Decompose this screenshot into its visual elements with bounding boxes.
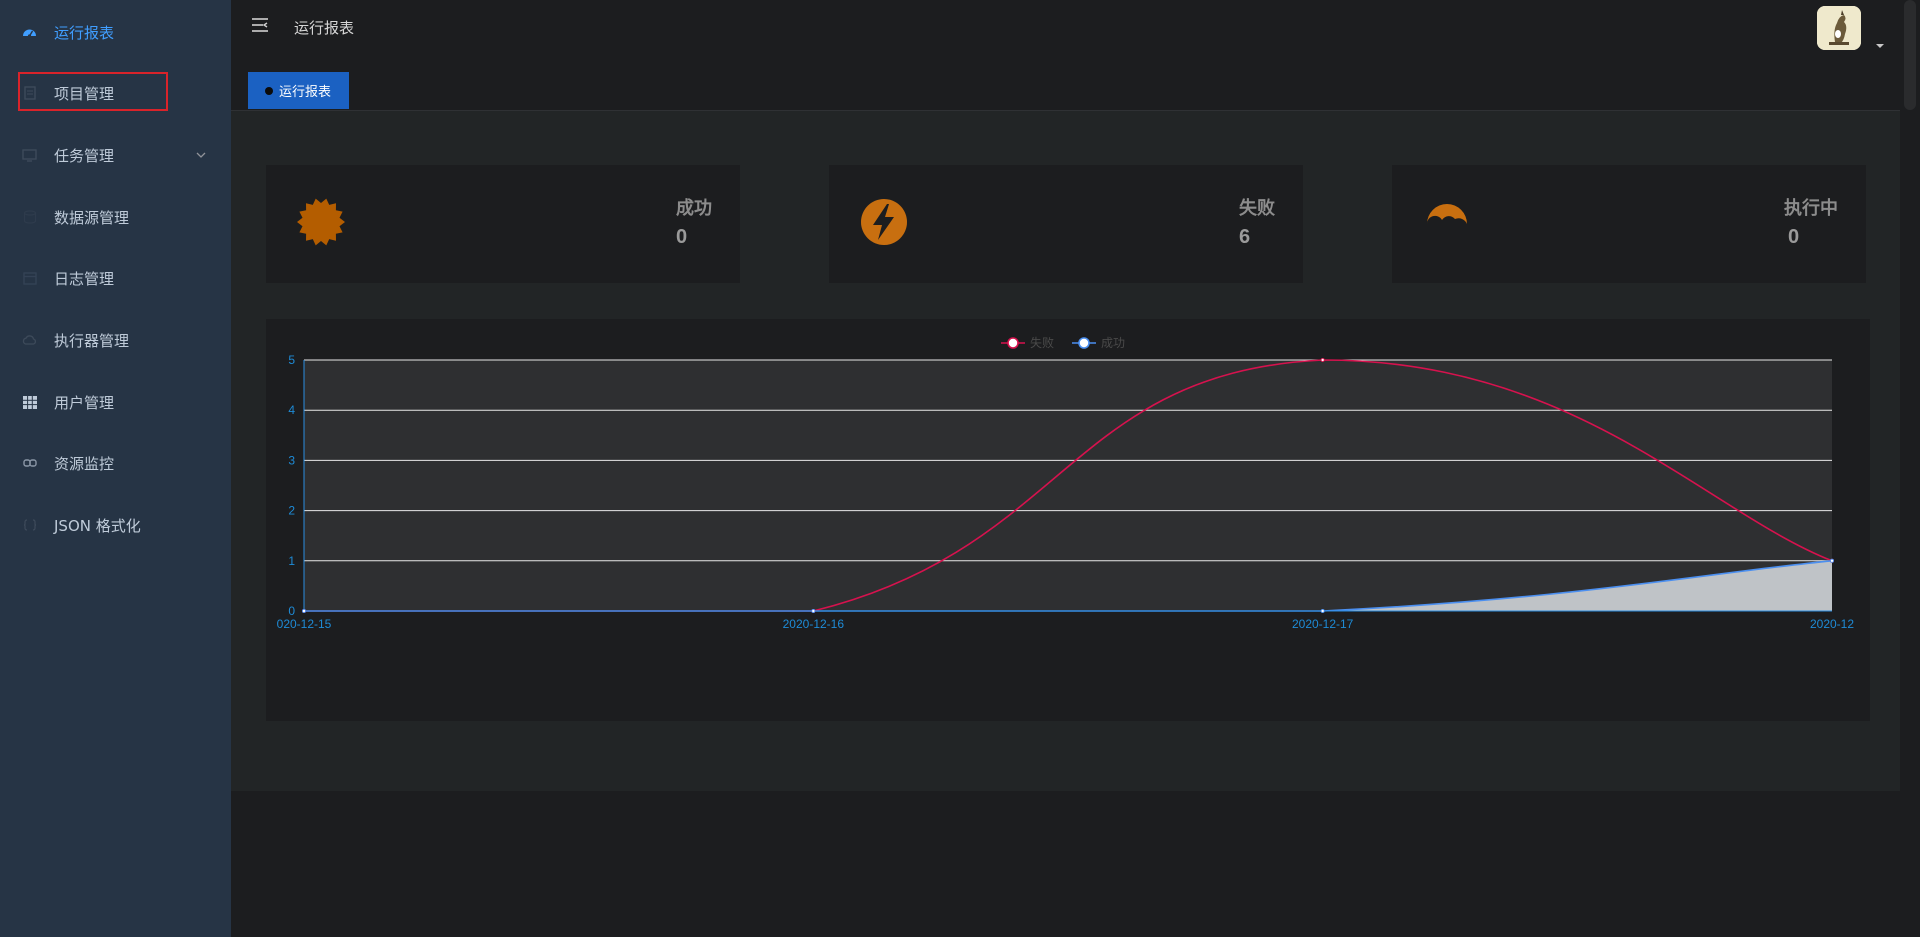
data-point[interactable]	[1320, 358, 1325, 363]
database-icon	[22, 210, 37, 225]
sidebar-item-resource[interactable]: 资源监控	[0, 438, 231, 488]
stat-value: 6	[1239, 226, 1251, 248]
tag-label: 运行报表	[279, 85, 332, 100]
x-tick-label: 2020-12-17	[1292, 617, 1354, 631]
page-bottom	[231, 791, 1900, 937]
legend-label[interactable]: 失败	[1030, 335, 1054, 350]
sidebar-item-label: 项目管理	[54, 84, 115, 103]
log-icon	[22, 271, 37, 286]
sidebar-item-task[interactable]: 任务管理	[0, 130, 231, 180]
table-icon	[22, 395, 37, 410]
legend-label[interactable]: 成功	[1101, 336, 1125, 350]
data-point[interactable]	[1320, 608, 1325, 613]
sidebar-item-label: 数据源管理	[54, 208, 130, 227]
cloud-icon	[22, 333, 37, 348]
stat-title: 执行中	[1784, 198, 1838, 219]
stat-card-success: 成功 0	[266, 165, 740, 283]
scrollbar[interactable]	[1900, 0, 1920, 937]
main-content: 成功 0 失败 6 执行中 0 失败 成功 0 1 2 3 4 5 020-12…	[231, 111, 1900, 791]
chevron-down-icon	[195, 148, 207, 160]
sidebar: 运行报表 项目管理 任务管理 数据源管理 日志管理 执行器管理 用户管理 资源监…	[0, 0, 231, 937]
dashboard-icon	[22, 25, 37, 40]
sidebar-item-label: 任务管理	[54, 146, 115, 165]
active-dot-icon	[265, 86, 273, 95]
y-tick-label: 1	[288, 554, 295, 568]
sidebar-item-executor[interactable]: 执行器管理	[0, 315, 231, 365]
code-icon	[22, 518, 37, 533]
caret-down-icon[interactable]	[1875, 36, 1885, 48]
legend-marker	[1078, 337, 1090, 349]
tag-run-report[interactable]: 运行报表	[248, 72, 350, 109]
sidebar-item-label: 日志管理	[54, 269, 115, 288]
avatar[interactable]	[1817, 6, 1861, 50]
data-point[interactable]	[1830, 558, 1835, 563]
stat-value: 0	[676, 226, 688, 248]
monitor-icon	[22, 148, 37, 163]
legend-marker	[1007, 337, 1019, 349]
line-chart: 失败 成功 0 1 2 3 4 5 020-12-15 2020-12-16 2020-12-17…	[277, 335, 1855, 631]
sidebar-item-project[interactable]: 项目管理	[0, 68, 231, 118]
sun-icon	[296, 197, 346, 247]
hamburger-icon[interactable]	[251, 16, 271, 34]
x-tick-label: 2020-12	[1810, 617, 1854, 631]
y-tick-label: 5	[288, 353, 295, 367]
document-icon	[22, 86, 37, 101]
sidebar-item-label: 运行报表	[54, 23, 115, 42]
sidebar-item-label: 执行器管理	[54, 331, 130, 350]
data-point[interactable]	[811, 608, 816, 613]
stat-title: 成功	[676, 198, 712, 219]
navbar: 运行报表	[231, 0, 1920, 54]
sidebar-item-user[interactable]: 用户管理	[0, 377, 231, 427]
data-point[interactable]	[302, 608, 307, 613]
scrollbar-thumb[interactable]	[1904, 0, 1916, 110]
breadcrumb[interactable]: 运行报表	[294, 17, 354, 38]
y-tick-label: 3	[288, 453, 295, 467]
eclipse-icon	[1422, 197, 1472, 247]
sidebar-item-json[interactable]: JSON 格式化	[0, 500, 231, 550]
line-chart-panel: 失败 成功 0 1 2 3 4 5 020-12-15 2020-12-16 2020-12-17…	[266, 319, 1870, 721]
tags-view: 运行报表	[231, 54, 1900, 111]
plot-area	[304, 360, 1832, 611]
y-tick-label: 0	[288, 604, 295, 618]
stat-card-failed: 失败 6	[829, 165, 1303, 283]
y-tick-label: 2	[288, 504, 295, 518]
x-tick-label: 020-12-15	[277, 617, 332, 631]
stat-card-running: 执行中 0	[1392, 165, 1866, 283]
sidebar-item-label: 用户管理	[54, 393, 115, 412]
stat-value: 0	[1788, 226, 1800, 248]
chart-legend[interactable]: 失败 成功	[1001, 335, 1125, 350]
y-tick-label: 4	[288, 403, 295, 417]
stat-title: 失败	[1239, 198, 1275, 219]
sidebar-item-run-report[interactable]: 运行报表	[0, 7, 231, 57]
sidebar-item-label: 资源监控	[54, 454, 115, 473]
x-tick-label: 2020-12-16	[783, 617, 845, 631]
lightning-icon	[859, 197, 909, 247]
sidebar-item-log[interactable]: 日志管理	[0, 253, 231, 303]
link-icon	[22, 456, 37, 471]
sidebar-item-label: JSON 格式化	[54, 516, 141, 535]
sidebar-item-datasource[interactable]: 数据源管理	[0, 192, 231, 242]
